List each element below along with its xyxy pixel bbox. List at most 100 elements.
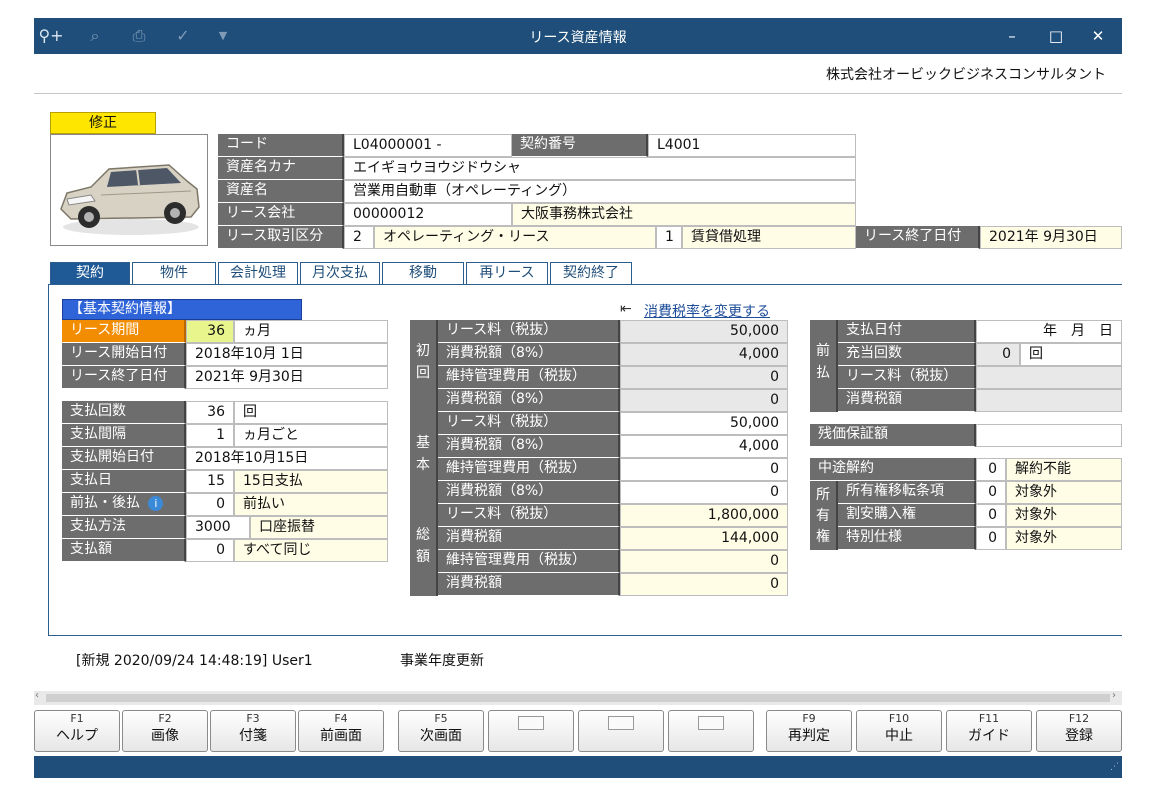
blank-key-icon bbox=[518, 716, 544, 730]
fkey-code: F9 bbox=[802, 712, 816, 725]
cancel-code-field[interactable]: 0 bbox=[976, 458, 1006, 481]
total-maint-tax-value: 0 bbox=[620, 573, 788, 596]
asset-name-field[interactable]: 営業用自動車（オペレーティング） bbox=[344, 180, 856, 203]
basic-tax-field[interactable]: 4,000 bbox=[620, 435, 788, 458]
window-title: リース資産情報 bbox=[529, 30, 627, 46]
basic-fee-field[interactable]: 50,000 bbox=[620, 412, 788, 435]
fkey-label: 画像 bbox=[151, 728, 179, 744]
resize-grip-icon[interactable]: ⋰ bbox=[1110, 762, 1119, 772]
total-fee-value: 1,800,000 bbox=[620, 504, 788, 527]
ownership-transfer-label: 所有権移転条項 bbox=[838, 481, 976, 504]
start-date-field[interactable]: 2018年10月 1日 bbox=[186, 343, 388, 366]
scroll-left-icon[interactable]: ‹ bbox=[35, 690, 39, 701]
asset-image[interactable] bbox=[50, 134, 208, 246]
ownership-transfer-text: 対象外 bbox=[1006, 481, 1122, 504]
scrollbar-thumb[interactable] bbox=[46, 694, 1110, 702]
fkey-label: 登録 bbox=[1065, 728, 1093, 744]
first-tax-value: 4,000 bbox=[620, 343, 788, 366]
f5-next-screen-button[interactable]: F5 次画面 bbox=[398, 710, 484, 752]
period-field[interactable]: 36 bbox=[186, 320, 234, 343]
minimize-button[interactable]: – bbox=[992, 22, 1032, 50]
group-label-ownership: 所有権 bbox=[810, 481, 838, 550]
pay-amount-text: すべて同じ bbox=[234, 539, 388, 562]
special-spec-text: 対象外 bbox=[1006, 527, 1122, 550]
pay-amount-field[interactable]: 0 bbox=[186, 539, 234, 562]
prepay-field[interactable]: 0 bbox=[186, 493, 234, 516]
maximize-button[interactable]: □ bbox=[1036, 22, 1076, 50]
prepay-text: 前払い bbox=[234, 493, 388, 516]
tab-accounting[interactable]: 会計処理 bbox=[218, 262, 298, 285]
change-tax-rate-link[interactable]: 消費税率を変更する bbox=[644, 301, 770, 321]
f8-blank-button[interactable] bbox=[668, 710, 754, 752]
info-icon[interactable]: i bbox=[148, 496, 164, 511]
group-label-first: 初回 bbox=[410, 320, 438, 412]
prepaid-tax-value bbox=[976, 389, 1122, 412]
f2-image-button[interactable]: F2 画像 bbox=[122, 710, 208, 752]
pay-count-field[interactable]: 36 bbox=[186, 401, 234, 424]
f1-help-button[interactable]: F1 ヘルプ bbox=[34, 710, 120, 752]
tab-re-lease[interactable]: 再リース bbox=[466, 262, 548, 285]
pay-day-field[interactable]: 15 bbox=[186, 470, 234, 493]
bargain-purchase-code-field[interactable]: 0 bbox=[976, 504, 1006, 527]
cancel-text: 解約不能 bbox=[1006, 458, 1122, 481]
close-button[interactable]: ✕ bbox=[1078, 22, 1118, 50]
first-fee-label: リース料（税抜） bbox=[438, 320, 620, 343]
pay-amount-label: 支払額 bbox=[62, 539, 186, 562]
ownership-transfer-code-field[interactable]: 0 bbox=[976, 481, 1006, 504]
tab-monthly-payment[interactable]: 月次支払 bbox=[300, 262, 380, 285]
code-field[interactable]: L04000001 - bbox=[344, 134, 512, 157]
f4-previous-screen-button[interactable]: F4 前画面 bbox=[298, 710, 384, 752]
pay-count-unit: 回 bbox=[234, 401, 388, 424]
special-spec-code-field[interactable]: 0 bbox=[976, 527, 1006, 550]
tax-rate-icon[interactable]: ⇤ bbox=[620, 301, 632, 317]
total-maint-tax-label: 消費税額 bbox=[438, 573, 620, 596]
scroll-right-icon[interactable]: › bbox=[1112, 690, 1116, 701]
kana-field[interactable]: エイギョウヨウジドウシャ bbox=[344, 157, 856, 180]
contract-no-label: 契約番号 bbox=[512, 134, 648, 157]
start-date-label: リース開始日付 bbox=[62, 343, 186, 366]
tab-transfer[interactable]: 移動 bbox=[382, 262, 464, 285]
f9-rejudge-button[interactable]: F9 再判定 bbox=[766, 710, 852, 752]
lease-type-code-field[interactable]: 2 bbox=[344, 226, 374, 249]
f11-guide-button[interactable]: F11 ガイド bbox=[946, 710, 1032, 752]
f10-cancel-button[interactable]: F10 中止 bbox=[856, 710, 942, 752]
pay-interval-label: 支払間隔 bbox=[62, 424, 186, 447]
fkey-code: F2 bbox=[158, 712, 172, 725]
lease-company-code-field[interactable]: 00000012 bbox=[344, 203, 512, 226]
tab-contract[interactable]: 契約 bbox=[50, 262, 130, 285]
fkey-code: F12 bbox=[1068, 712, 1090, 725]
pay-method-code-field[interactable]: 3000 bbox=[186, 516, 250, 539]
section-title-basic: 【基本契約情報】 bbox=[62, 299, 302, 320]
f12-register-button[interactable]: F12 登録 bbox=[1036, 710, 1122, 752]
basic-maint-tax-field[interactable]: 0 bbox=[620, 481, 788, 504]
tab-property[interactable]: 物件 bbox=[132, 262, 216, 285]
prepaid-count-unit: 回 bbox=[1020, 343, 1122, 366]
record-status: [新規 2020/09/24 14:48:19] User1 bbox=[76, 653, 313, 669]
horizontal-scrollbar[interactable]: ‹ › bbox=[34, 690, 1122, 705]
status-bar: ⋰ bbox=[34, 756, 1122, 778]
prepaid-count-value: 0 bbox=[976, 343, 1020, 366]
blank-key-icon bbox=[698, 716, 724, 730]
fkey-label: ヘルプ bbox=[56, 728, 98, 744]
mode-badge: 修正 bbox=[50, 112, 156, 134]
pay-interval-field[interactable]: 1 bbox=[186, 424, 234, 447]
pay-start-label: 支払開始日付 bbox=[62, 447, 186, 470]
f7-blank-button[interactable] bbox=[578, 710, 664, 752]
end-date-field: 2021年 9月30日 bbox=[980, 226, 1122, 249]
pay-day-text: 15日支払 bbox=[234, 470, 388, 493]
residual-field[interactable] bbox=[976, 424, 1122, 447]
end-date-field-basic[interactable]: 2021年 9月30日 bbox=[186, 366, 388, 389]
pay-start-field[interactable]: 2018年10月15日 bbox=[186, 447, 388, 470]
total-maint-label: 維持管理費用（税抜） bbox=[438, 550, 620, 573]
f6-blank-button[interactable] bbox=[488, 710, 574, 752]
status-note: 事業年度更新 bbox=[400, 653, 484, 669]
accounting-code-field[interactable]: 1 bbox=[656, 226, 682, 249]
contract-no-field[interactable]: L4001 bbox=[648, 134, 856, 157]
prepaid-date-field[interactable]: 年 月 日 bbox=[976, 320, 1122, 343]
f3-sticky-note-button[interactable]: F3 付箋 bbox=[210, 710, 296, 752]
basic-maint-field[interactable]: 0 bbox=[620, 458, 788, 481]
end-date-label-basic: リース終了日付 bbox=[62, 366, 186, 389]
tab-contract-end[interactable]: 契約終了 bbox=[550, 262, 632, 285]
group-label-basic-text: 基本 bbox=[416, 435, 430, 473]
basic-maint-label: 維持管理費用（税抜） bbox=[438, 458, 620, 481]
